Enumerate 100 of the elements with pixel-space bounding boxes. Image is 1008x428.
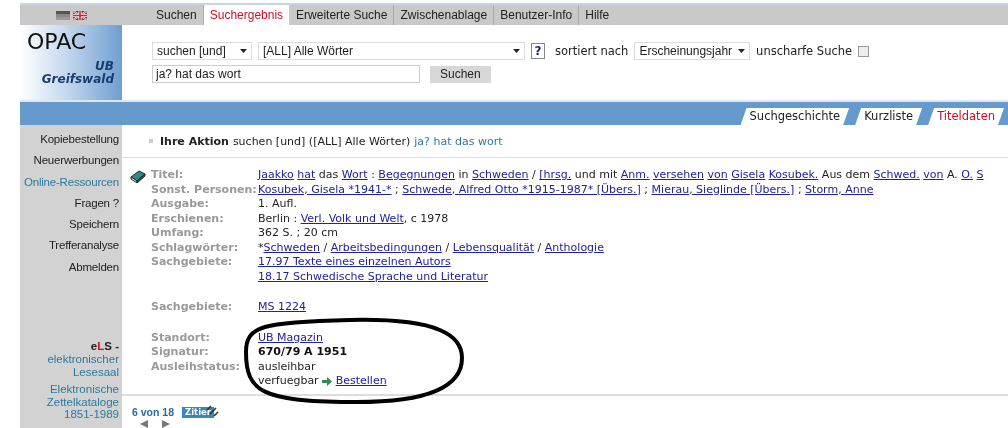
field-link[interactable]: Jaakko [258, 168, 294, 183]
field-link[interactable]: Begegnungen [378, 168, 456, 183]
cite-button[interactable]: Zitier [182, 406, 215, 418]
field-value: in [458, 168, 469, 183]
field-value: * [258, 240, 264, 255]
book-icon [130, 169, 146, 183]
logo-title: OPAC [27, 29, 87, 54]
nav-tab[interactable]: Benutzer-Info [493, 5, 579, 25]
field-label: Sachgebiete: [151, 255, 234, 270]
field-value: Berlin : [258, 211, 298, 226]
field-link[interactable]: MS 1224 [258, 300, 306, 315]
field-link[interactable]: Schweden [263, 240, 320, 255]
field-value: verfuegbar [258, 374, 319, 389]
field-value: 1. Aufl. [258, 197, 297, 212]
field-link[interactable]: Schwed. [873, 168, 920, 183]
field-link[interactable]: S [976, 168, 984, 183]
fuzzy-search-checkbox[interactable] [858, 45, 870, 57]
field-label: Schlagwörter: [151, 240, 240, 255]
field-value: Aus dem [821, 168, 871, 183]
field-link[interactable]: Anthologie [544, 240, 604, 255]
nav-tab[interactable]: Erweiterte Suche [289, 5, 394, 25]
field-value: ; [644, 182, 649, 197]
field-label: Sachgebiete: [151, 300, 234, 315]
sidebar-link[interactable]: Fragen ? [74, 192, 119, 215]
field-link[interactable]: Kosubek, Gisela *1941-* [258, 182, 392, 197]
fuzzy-search-label: unscharfe Suche [756, 44, 853, 58]
field-link[interactable]: Bestellen [335, 374, 387, 389]
field-link[interactable]: 18.17 Schwedische Sprache und Literatur [258, 269, 489, 284]
result-position: 6 von 18 [132, 406, 175, 418]
field-value: A. [947, 168, 958, 183]
field-link[interactable]: von [707, 168, 728, 183]
action-summary: Ihre Aktion suchen [und] ([ALL] Alle Wörter) [160, 134, 411, 148]
field-link[interactable]: 17.97 Texte eines einzelnen Autors [258, 255, 451, 270]
field-link[interactable]: O. [961, 168, 974, 183]
field-link[interactable]: hat [297, 168, 316, 183]
caret-icon [513, 49, 520, 53]
field-link[interactable]: Arbeitsbedingungen [330, 240, 443, 255]
caret-icon [738, 49, 746, 53]
field-value: : [371, 168, 375, 183]
query-link[interactable]: ja? hat das wort [414, 134, 503, 148]
sidebar-link[interactable]: Kopiebestellung [40, 129, 119, 151]
field-label: Umfang: [151, 226, 205, 241]
sidebar-link[interactable]: Speichern [69, 214, 119, 236]
field-label: Ausleihstatus: [151, 359, 241, 375]
field-value: ; [797, 182, 802, 197]
field-link[interactable]: Schweden [472, 168, 529, 183]
caret-icon [240, 49, 247, 53]
next-arrow-icon[interactable] [162, 420, 170, 428]
sidebar-link[interactable]: Abmelden [68, 256, 119, 279]
operator-select[interactable]: suchen [und] [152, 42, 252, 60]
previous-arrow-icon[interactable] [140, 420, 148, 428]
field-link[interactable]: Anm. [620, 168, 650, 183]
nav-tab[interactable]: Hilfe [578, 5, 616, 25]
field-link[interactable]: Verl. Volk und Welt [300, 211, 404, 226]
view-tab[interactable]: Titeldaten [928, 108, 1004, 125]
field-label: Titel: [151, 168, 185, 183]
search-button[interactable]: Suchen [430, 65, 491, 83]
field-value: ; [395, 182, 399, 197]
field-value: / [323, 240, 328, 255]
nav-tab[interactable]: Zwischenablage [393, 5, 494, 25]
field-link[interactable]: UB Magazin [258, 330, 323, 345]
field-value: 362 S. ; 20 cm [258, 226, 338, 241]
field-label: Ausgabe: [151, 197, 210, 212]
view-tab[interactable]: Kurzliste [855, 108, 923, 125]
els-title: eLS - [90, 340, 119, 354]
field-label: Signatur: [151, 345, 210, 360]
field-value: das [318, 168, 339, 183]
british-flag-icon[interactable] [72, 10, 87, 20]
field-value: / [445, 240, 450, 255]
field-link[interactable]: Wort [341, 168, 368, 183]
field-link[interactable]: von [923, 168, 944, 183]
sidebar-link[interactable]: Trefferanalyse [48, 235, 119, 257]
field-link[interactable]: Storm, Anne [805, 182, 874, 197]
sort-select[interactable]: Erscheinungsjahr [634, 42, 751, 60]
field-link[interactable]: Lebensqualität [452, 240, 535, 255]
view-tab[interactable]: Suchgeschichte [740, 108, 850, 125]
field-value: , c 1978 [403, 211, 449, 226]
field-value: und mit [574, 168, 618, 183]
logo-subtitle: Greifswald [41, 73, 114, 86]
field-label: Standort: [151, 330, 211, 345]
field-link[interactable]: Gisela [731, 168, 766, 183]
field-value: 670/79 A 1951 [258, 345, 348, 360]
field-value: ausleihbar [258, 359, 316, 374]
field-link[interactable]: versehen [653, 168, 705, 183]
sort-label: sortiert nach [555, 44, 629, 58]
help-button[interactable]: ? [531, 43, 545, 59]
field-link[interactable]: Mierau, Sieglinde [Übers.] [651, 182, 795, 197]
field-label: Sonst. Personen: [151, 182, 258, 197]
index-select[interactable]: [ALL] Alle Wörter [258, 42, 525, 60]
logo-subtitle: UB [95, 60, 114, 73]
field-value: / [532, 168, 536, 183]
sidebar-link[interactable]: Neuerwerbungen [33, 150, 119, 172]
field-link[interactable]: Kosubek. [768, 168, 819, 183]
field-link[interactable]: Schwede, Alfred Otto *1915-1987* [Übers.] [402, 182, 641, 197]
field-value: / [537, 240, 542, 255]
nav-tab[interactable]: Suchen [150, 5, 203, 25]
arrow-right-icon [322, 376, 333, 386]
nav-tab[interactable]: Suchergebnis [202, 5, 290, 25]
field-link[interactable]: [hrsg. [539, 168, 572, 183]
search-field[interactable]: ja? hat das wort [152, 65, 420, 83]
